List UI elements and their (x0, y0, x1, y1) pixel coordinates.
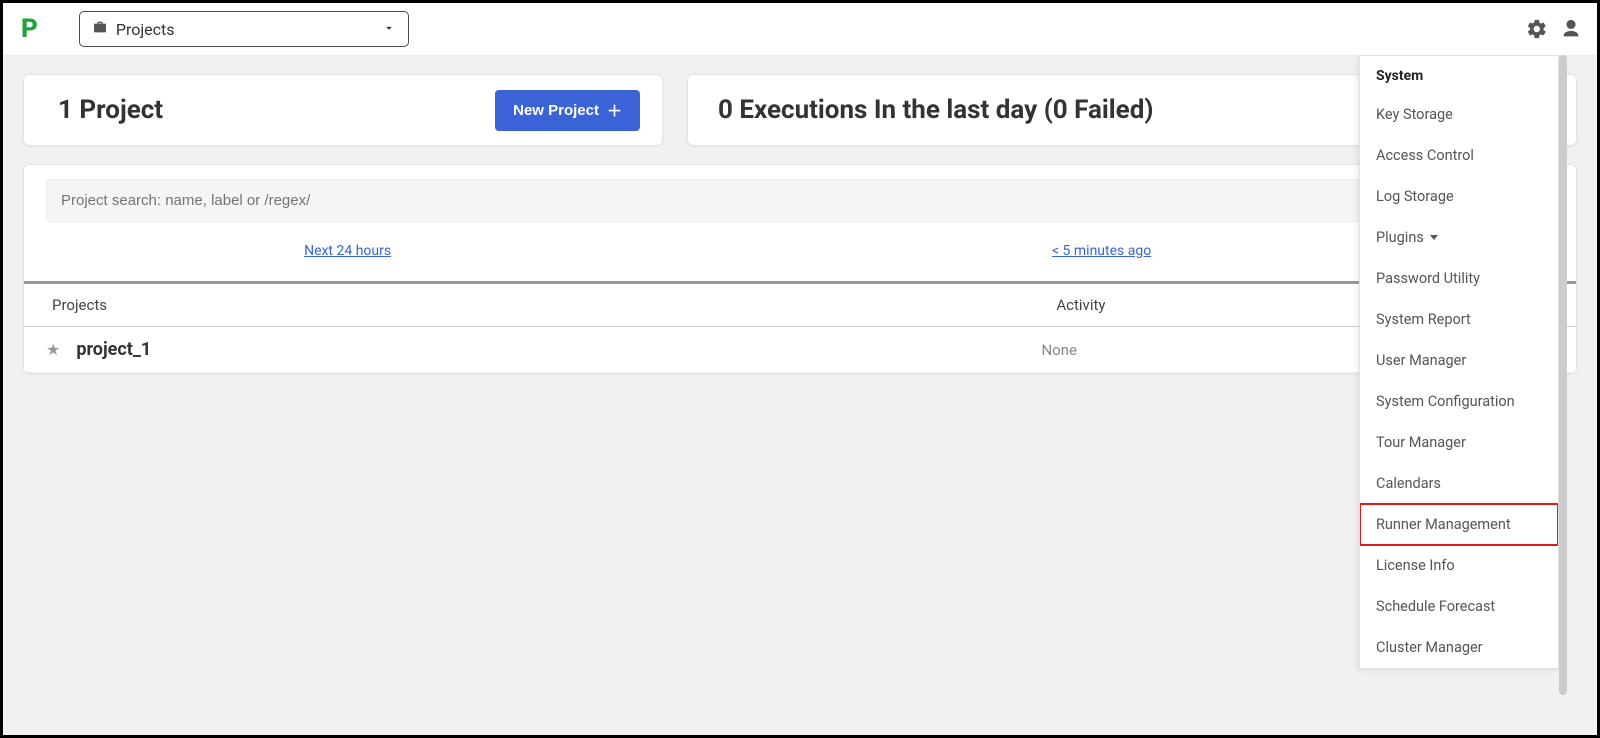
system-menu-item-system-report[interactable]: System Report (1360, 299, 1558, 340)
system-menu-item-access-control[interactable]: Access Control (1360, 135, 1558, 176)
project-name-link[interactable]: project_1 (76, 339, 1041, 360)
system-menu-item-key-storage[interactable]: Key Storage (1360, 94, 1558, 135)
menu-item-label: Runner Management (1376, 516, 1511, 533)
executions-title: 0 Executions In the last day (0 Failed) (718, 95, 1154, 125)
system-menu-scrollbar[interactable] (1559, 55, 1567, 695)
menu-item-label: Schedule Forecast (1376, 598, 1495, 615)
system-menu-item-license-info[interactable]: License Info (1360, 545, 1558, 586)
project-count-title: 1 Project (58, 95, 163, 125)
system-menu-item-tour-manager[interactable]: Tour Manager (1360, 422, 1558, 463)
menu-item-label: Calendars (1376, 475, 1441, 492)
new-project-button[interactable]: New Project ＋ (495, 90, 640, 131)
menu-item-label: Log Storage (1376, 188, 1454, 205)
recent-link[interactable]: < 5 minutes ago (1052, 243, 1151, 259)
system-menu-item-password-utility[interactable]: Password Utility (1360, 258, 1558, 299)
system-menu-item-system-configuration[interactable]: System Configuration (1360, 381, 1558, 422)
projects-selector-label: Projects (116, 20, 175, 39)
next-24h-link[interactable]: Next 24 hours (304, 243, 391, 259)
projects-list-panel: Next 24 hours < 5 minutes ago Projects A… (23, 164, 1577, 374)
user-icon[interactable] (1559, 17, 1583, 41)
chevron-down-icon (382, 20, 396, 39)
timeline-row: Next 24 hours < 5 minutes ago (46, 222, 1554, 277)
menu-item-label: System Configuration (1376, 393, 1515, 410)
projects-summary-card: 1 Project New Project ＋ (23, 74, 663, 146)
star-icon[interactable]: ★ (46, 340, 60, 359)
new-project-label: New Project (513, 102, 599, 119)
summary-cards: 1 Project New Project ＋ 0 Executions In … (23, 74, 1577, 146)
menu-item-label: Access Control (1376, 147, 1474, 164)
gear-icon[interactable] (1525, 17, 1549, 41)
system-menu-item-calendars[interactable]: Calendars (1360, 463, 1558, 504)
system-menu-item-cluster-manager[interactable]: Cluster Manager (1360, 627, 1558, 668)
system-menu-item-log-storage[interactable]: Log Storage (1360, 176, 1558, 217)
menu-item-label: System Report (1376, 311, 1471, 328)
plus-icon: ＋ (607, 100, 622, 121)
menu-item-label: Password Utility (1376, 270, 1480, 287)
system-menu-item-plugins[interactable]: Plugins (1360, 217, 1558, 258)
menu-item-label: Cluster Manager (1376, 639, 1483, 656)
system-menu-item-runner-management[interactable]: Runner Management (1360, 504, 1558, 545)
table-header: Projects Activity (24, 281, 1576, 327)
menu-item-label: Plugins (1376, 229, 1424, 246)
project-search-input[interactable] (46, 179, 1554, 222)
system-menu-item-schedule-forecast[interactable]: Schedule Forecast (1360, 586, 1558, 627)
system-menu: System Key Storage Access Control Log Stor… (1359, 55, 1559, 669)
menu-item-label: License Info (1376, 557, 1455, 574)
menu-item-label: Key Storage (1376, 106, 1453, 123)
brand-logo: P (21, 14, 39, 44)
suitcase-icon (92, 19, 108, 39)
caret-down-icon (1430, 235, 1438, 240)
menu-item-label: User Manager (1376, 352, 1466, 369)
menu-item-label: Tour Manager (1376, 434, 1466, 451)
header-projects: Projects (46, 296, 1056, 314)
system-menu-item-user-manager[interactable]: User Manager (1360, 340, 1558, 381)
nav-icons (1525, 17, 1583, 41)
projects-selector[interactable]: Projects (79, 11, 409, 47)
navbar: P Projects (3, 3, 1597, 55)
table-row[interactable]: ★ project_1 None (24, 327, 1576, 373)
system-menu-heading: System (1360, 56, 1558, 94)
page-body: 1 Project New Project ＋ 0 Executions In … (3, 55, 1597, 735)
